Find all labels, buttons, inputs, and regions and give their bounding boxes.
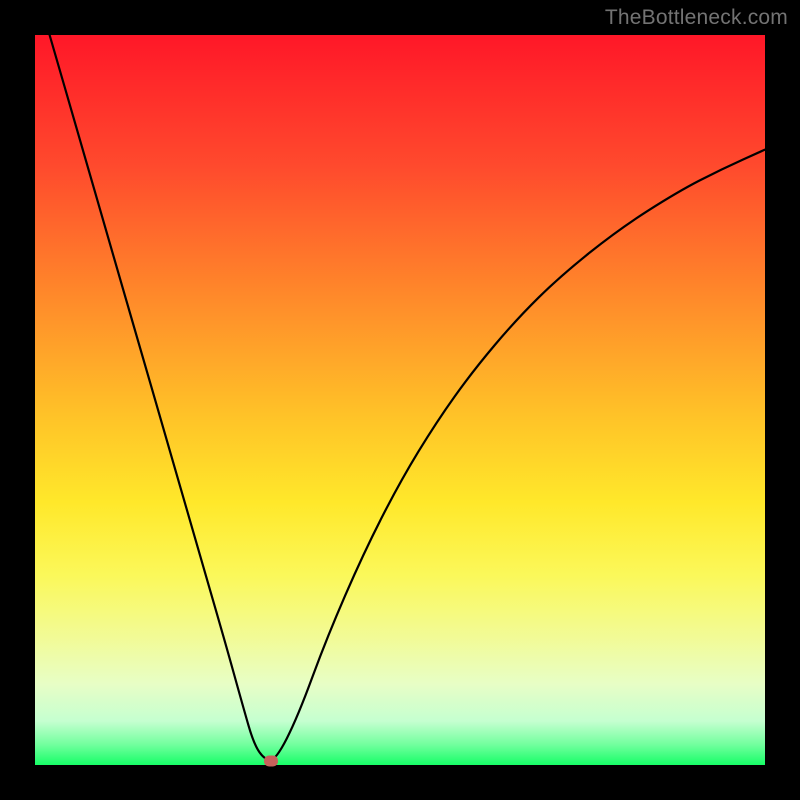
- chart-curve-svg: [35, 35, 765, 765]
- chart-plot-area: [35, 35, 765, 765]
- chart-marker-dot: [264, 755, 278, 766]
- watermark-text: TheBottleneck.com: [605, 6, 788, 30]
- chart-curve-line: [50, 35, 765, 760]
